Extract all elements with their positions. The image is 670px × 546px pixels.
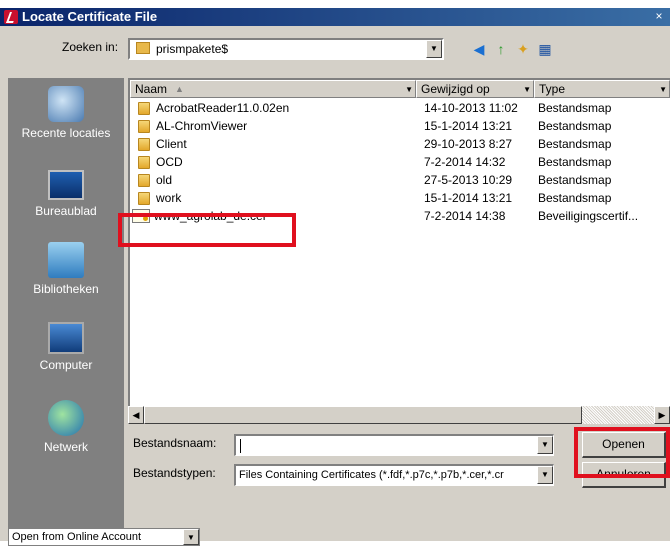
column-label: Naam — [135, 82, 168, 96]
file-name: old — [156, 173, 173, 187]
file-row[interactable]: AcrobatReader11.0.02en 14-10-2013 11:02 … — [130, 100, 670, 118]
file-modified: 7-2-2014 14:38 — [424, 209, 506, 223]
desktop-icon — [48, 170, 84, 200]
column-header-name[interactable]: Naam ▲ ▼ — [130, 80, 416, 98]
filename-label: Bestandsnaam: — [133, 436, 217, 450]
recent-locations-icon — [48, 86, 84, 122]
file-type: Bestandsmap — [538, 137, 612, 151]
column-label: Gewijzigd op — [421, 82, 490, 96]
title-bar[interactable]: Locate Certificate File × — [0, 8, 670, 26]
file-name: AL-ChromViewer — [156, 119, 248, 133]
lookin-label: Zoeken in: — [62, 40, 119, 54]
column-header-modified[interactable]: Gewijzigd op ▼ — [416, 80, 534, 98]
folder-icon — [138, 120, 150, 133]
file-type: Bestandsmap — [538, 173, 612, 187]
scroll-right-icon[interactable]: ▶ — [654, 406, 670, 424]
place-network[interactable]: Netwerk — [8, 400, 124, 454]
locate-certificate-dialog: Locate Certificate File × Zoeken in: pri… — [0, 8, 670, 546]
file-row[interactable]: AL-ChromViewer 15-1-2014 13:21 Bestandsm… — [130, 118, 670, 136]
file-type: Bestandsmap — [538, 119, 612, 133]
back-icon[interactable]: ◀ — [470, 40, 488, 58]
chevron-down-icon[interactable]: ▼ — [537, 466, 553, 484]
computer-icon — [48, 322, 84, 354]
file-row[interactable]: old 27-5-2013 10:29 Bestandsmap — [130, 172, 670, 190]
new-folder-icon[interactable]: ✦ — [514, 40, 532, 58]
file-type: Bestandsmap — [538, 101, 612, 115]
file-row[interactable]: OCD 7-2-2014 14:32 Bestandsmap — [130, 154, 670, 172]
file-name: Client — [156, 137, 187, 151]
file-modified: 14-10-2013 11:02 — [424, 101, 518, 115]
place-label: Netwerk — [43, 440, 88, 454]
file-type: Bestandsmap — [538, 191, 612, 205]
chevron-down-icon[interactable]: ▼ — [659, 82, 667, 98]
column-header-type[interactable]: Type ▼ — [534, 80, 670, 98]
file-name: AcrobatReader11.0.02en — [156, 101, 290, 115]
cropped-caption-strip — [0, 0, 670, 8]
folder-icon — [138, 174, 150, 187]
file-type: Bestandsmap — [538, 155, 612, 169]
file-row[interactable]: Client 29-10-2013 8:27 Bestandsmap — [130, 136, 670, 154]
chevron-down-icon[interactable]: ▼ — [537, 436, 553, 454]
file-row[interactable]: work 15-1-2014 13:21 Bestandsmap — [130, 190, 670, 208]
highlight-box-file — [118, 213, 296, 247]
file-modified: 7-2-2014 14:32 — [424, 155, 506, 169]
view-menu-icon[interactable]: ▦ — [536, 40, 554, 58]
file-type: Beveiligingscertif... — [538, 209, 639, 223]
place-computer[interactable]: Computer — [8, 322, 124, 372]
network-icon — [48, 400, 84, 436]
file-modified: 27-5-2013 10:29 — [424, 173, 513, 187]
place-label: Bibliotheken — [33, 282, 99, 296]
close-icon[interactable]: × — [652, 9, 666, 24]
highlight-box-open — [574, 427, 670, 478]
acrobat-icon — [4, 10, 18, 24]
lookin-value: prismpakete$ — [156, 42, 229, 56]
scrollbar-thumb[interactable] — [144, 406, 582, 424]
filetype-label: Bestandstypen: — [133, 466, 216, 480]
places-bar: Recente locaties Bureaublad Bibliotheken… — [8, 78, 124, 538]
folder-icon — [138, 192, 150, 205]
filetype-dropdown[interactable]: Files Containing Certificates (*.fdf,*.p… — [234, 464, 554, 486]
folder-icon — [138, 156, 150, 169]
text-caret — [240, 439, 241, 453]
file-list[interactable]: Naam ▲ ▼ Gewijzigd op ▼ Type ▼ AcrobatRe… — [128, 78, 670, 424]
place-label: Recente locaties — [21, 126, 111, 140]
file-name: OCD — [156, 155, 183, 169]
file-name: work — [156, 191, 182, 205]
column-label: Type — [539, 82, 566, 96]
chevron-down-icon[interactable]: ▼ — [426, 40, 442, 58]
chevron-down-icon[interactable]: ▼ — [183, 529, 199, 545]
filetype-value: Files Containing Certificates (*.fdf,*.p… — [239, 469, 504, 481]
libraries-icon — [48, 242, 84, 278]
file-modified: 15-1-2014 13:21 — [424, 191, 513, 205]
folder-icon — [138, 102, 150, 115]
chevron-down-icon[interactable]: ▼ — [523, 82, 531, 98]
lookin-dropdown[interactable]: prismpakete$ ▼ — [128, 38, 444, 60]
filename-input[interactable]: ▼ — [234, 434, 554, 456]
file-modified: 29-10-2013 8:27 — [424, 137, 513, 151]
folder-icon — [138, 138, 150, 151]
file-modified: 15-1-2014 13:21 — [424, 119, 513, 133]
scroll-left-icon[interactable]: ◀ — [128, 406, 144, 424]
place-recent[interactable]: Recente locaties — [8, 86, 124, 140]
open-from-online-account-dropdown[interactable]: Open from Online Account ▼ — [8, 528, 200, 546]
place-desktop[interactable]: Bureaublad — [8, 170, 124, 218]
up-folder-icon[interactable]: ↑ — [492, 40, 510, 58]
place-label: Computer — [39, 358, 93, 372]
sort-ascending-icon: ▲ — [175, 84, 184, 94]
place-label: Bureaublad — [35, 204, 97, 218]
place-libraries[interactable]: Bibliotheken — [8, 242, 124, 296]
folder-icon — [136, 42, 150, 54]
online-account-label: Open from Online Account — [12, 531, 142, 543]
chevron-down-icon[interactable]: ▼ — [405, 82, 413, 98]
window-title: Locate Certificate File — [22, 9, 158, 24]
horizontal-scrollbar[interactable]: ◀ ▶ — [128, 406, 670, 424]
